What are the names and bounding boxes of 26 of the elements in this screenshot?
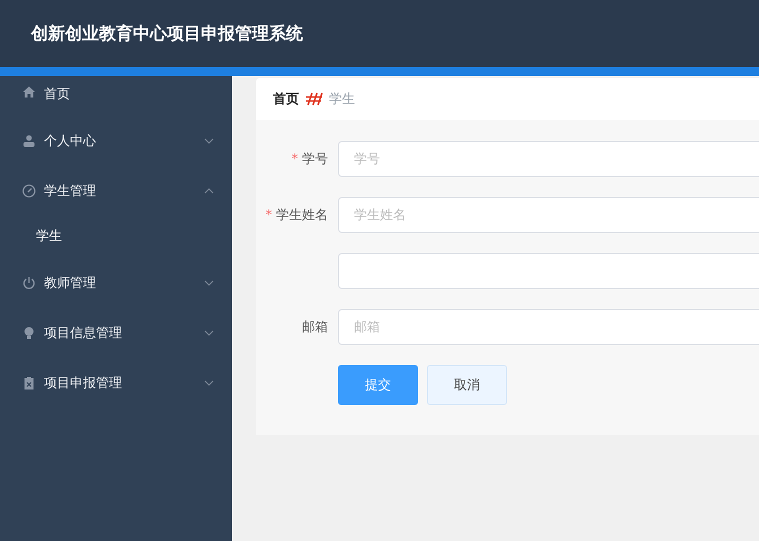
field-label: 邮箱 bbox=[302, 320, 328, 335]
field-label: 学号 bbox=[302, 152, 328, 167]
home-icon bbox=[22, 85, 36, 99]
separator-icon bbox=[305, 92, 323, 106]
lightbulb-icon bbox=[22, 326, 36, 340]
user-icon bbox=[22, 134, 36, 148]
app-title: 创新创业教育中心项目申报管理系统 bbox=[31, 23, 303, 45]
breadcrumb-item[interactable]: 首页 bbox=[273, 90, 299, 108]
menu-item[interactable]: 学生管理 bbox=[0, 166, 232, 216]
menu-item[interactable]: 首页 bbox=[0, 80, 232, 116]
input-field[interactable]: 学生姓名 bbox=[338, 197, 759, 233]
menu-item[interactable]: 个人中心 bbox=[0, 116, 232, 166]
submenu-item[interactable]: 学生 bbox=[0, 216, 232, 258]
menu-item[interactable]: 教师管理 bbox=[0, 258, 232, 308]
clipboard-icon bbox=[22, 376, 36, 390]
compass-icon bbox=[22, 184, 36, 198]
input-field[interactable]: 学号 bbox=[338, 141, 759, 177]
required-mark: * bbox=[292, 152, 298, 167]
menu-item[interactable]: 项目信息管理 bbox=[0, 308, 232, 358]
input-field[interactable] bbox=[338, 253, 759, 289]
required-mark: * bbox=[266, 208, 272, 223]
input-field[interactable]: 邮箱 bbox=[338, 309, 759, 345]
field-label: 学生姓名 bbox=[276, 208, 328, 223]
power-icon bbox=[22, 276, 36, 290]
cancel-button[interactable]: 取消 bbox=[427, 365, 507, 405]
menu-item[interactable]: 项目申报管理 bbox=[0, 358, 232, 408]
